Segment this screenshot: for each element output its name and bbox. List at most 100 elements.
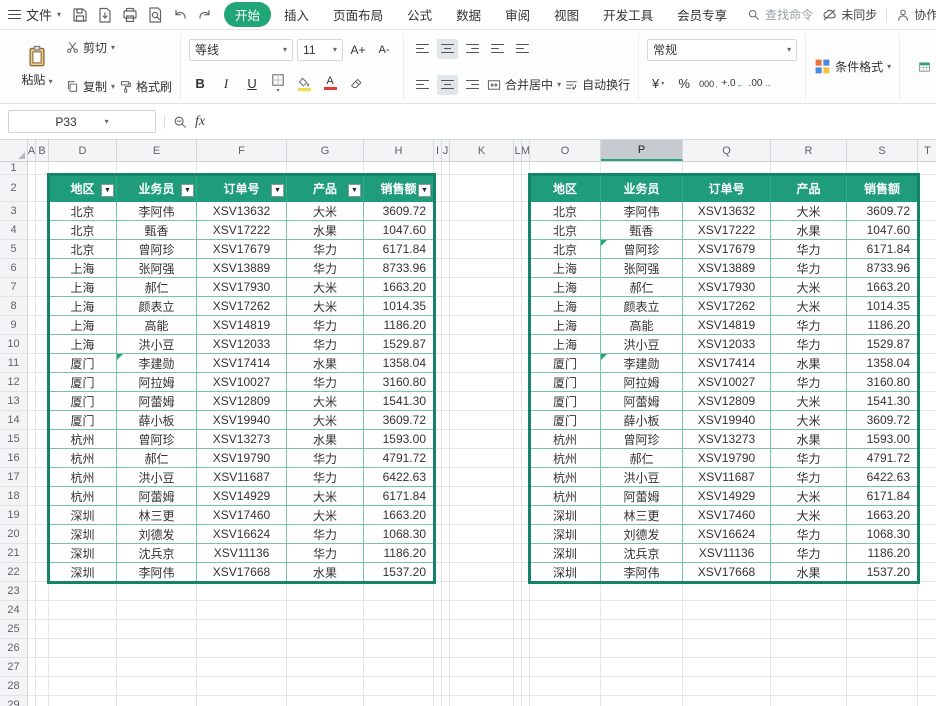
row-header-16[interactable]: 16: [0, 449, 28, 468]
cell-T6[interactable]: [918, 259, 936, 278]
cell-G13[interactable]: 大米: [287, 392, 364, 411]
cell-A13[interactable]: [28, 392, 36, 411]
cell-J21[interactable]: [442, 544, 450, 563]
cell-G1[interactable]: [287, 162, 364, 175]
cell-J5[interactable]: [442, 240, 450, 259]
cell-G5[interactable]: 华力: [287, 240, 364, 259]
file-menu[interactable]: 文件 ▾: [8, 5, 61, 24]
cell-P6[interactable]: 张阿强: [601, 259, 683, 278]
cell-L14[interactable]: [514, 411, 522, 430]
cell-R15[interactable]: 水果: [771, 430, 847, 449]
column-header-H[interactable]: H: [364, 140, 434, 161]
cell-E3[interactable]: 李阿伟: [117, 202, 197, 221]
cell-T13[interactable]: [918, 392, 936, 411]
cell-E12[interactable]: 阿拉姆: [117, 373, 197, 392]
cell-S11[interactable]: 1358.04: [847, 354, 918, 373]
cell-D19[interactable]: 深圳: [49, 506, 117, 525]
column-header-E[interactable]: E: [117, 140, 197, 161]
cell-F14[interactable]: XSV19940: [197, 411, 287, 430]
cell-R12[interactable]: 华力: [771, 373, 847, 392]
cell-Q21[interactable]: XSV11136: [683, 544, 771, 563]
cell-O2[interactable]: 地区: [530, 175, 601, 202]
cell-H27[interactable]: [364, 658, 434, 677]
cell-H20[interactable]: 1068.30: [364, 525, 434, 544]
cell-Q12[interactable]: XSV10027: [683, 373, 771, 392]
cell-K11[interactable]: [450, 354, 514, 373]
cell-M29[interactable]: [522, 696, 530, 706]
cell-L12[interactable]: [514, 373, 522, 392]
wrap-text-button[interactable]: 自动换行: [565, 76, 630, 93]
cell-A8[interactable]: [28, 297, 36, 316]
cell-E22[interactable]: 李阿伟: [117, 563, 197, 582]
cell-M13[interactable]: [522, 392, 530, 411]
cell-E2[interactable]: 业务员 ▼: [117, 175, 197, 202]
cell-Q27[interactable]: [683, 658, 771, 677]
column-header-B[interactable]: B: [36, 140, 49, 161]
cell-H6[interactable]: 8733.96: [364, 259, 434, 278]
cell-T1[interactable]: [918, 162, 936, 175]
cell-Q3[interactable]: XSV13632: [683, 202, 771, 221]
cell-J3[interactable]: [442, 202, 450, 221]
column-header-Q[interactable]: Q: [683, 140, 771, 161]
cell-J28[interactable]: [442, 677, 450, 696]
cell-M9[interactable]: [522, 316, 530, 335]
cell-P4[interactable]: 甄香: [601, 221, 683, 240]
cell-R4[interactable]: 水果: [771, 221, 847, 240]
cell-B22[interactable]: [36, 563, 49, 582]
cell-A2[interactable]: [28, 175, 36, 202]
cell-F27[interactable]: [197, 658, 287, 677]
cell-D28[interactable]: [49, 677, 117, 696]
cell-A23[interactable]: [28, 582, 36, 601]
cell-E8[interactable]: 颜表立: [117, 297, 197, 316]
row-header-17[interactable]: 17: [0, 468, 28, 487]
cell-J12[interactable]: [442, 373, 450, 392]
cell-S7[interactable]: 1663.20: [847, 278, 918, 297]
cell-K10[interactable]: [450, 335, 514, 354]
cell-D16[interactable]: 杭州: [49, 449, 117, 468]
format-painter-button[interactable]: 格式刷: [119, 78, 172, 95]
cell-I4[interactable]: [434, 221, 442, 240]
cell-S17[interactable]: 6422.63: [847, 468, 918, 487]
cell-M14[interactable]: [522, 411, 530, 430]
cell-L20[interactable]: [514, 525, 522, 544]
cell-S25[interactable]: [847, 620, 918, 639]
cell-H22[interactable]: 1537.20: [364, 563, 434, 582]
percent-button[interactable]: %: [673, 73, 695, 95]
row-header-11[interactable]: 11: [0, 354, 28, 373]
cell-S15[interactable]: 1593.00: [847, 430, 918, 449]
row-header-6[interactable]: 6: [0, 259, 28, 278]
cell-K16[interactable]: [450, 449, 514, 468]
cell-Q23[interactable]: [683, 582, 771, 601]
column-header-D[interactable]: D: [49, 140, 117, 161]
cell-F22[interactable]: XSV17668: [197, 563, 287, 582]
cell-T5[interactable]: [918, 240, 936, 259]
cell-K7[interactable]: [450, 278, 514, 297]
clear-format-button[interactable]: [345, 73, 367, 95]
redo-icon[interactable]: [197, 7, 213, 23]
cell-K9[interactable]: [450, 316, 514, 335]
cell-G11[interactable]: 水果: [287, 354, 364, 373]
cell-G18[interactable]: 大米: [287, 487, 364, 506]
font-size-combo[interactable]: 11 ▾: [297, 38, 344, 61]
cell-Q7[interactable]: XSV17930: [683, 278, 771, 297]
cell-G28[interactable]: [287, 677, 364, 696]
cell-L7[interactable]: [514, 278, 522, 297]
cell-J1[interactable]: [442, 162, 450, 175]
align-middle-button[interactable]: [437, 38, 459, 59]
row-header-2[interactable]: 2: [0, 175, 28, 202]
cell-E19[interactable]: 林三更: [117, 506, 197, 525]
cell-L23[interactable]: [514, 582, 522, 601]
cell-J22[interactable]: [442, 563, 450, 582]
column-header-S[interactable]: S: [847, 140, 918, 161]
cell-M4[interactable]: [522, 221, 530, 240]
cell-G15[interactable]: 水果: [287, 430, 364, 449]
cell-K18[interactable]: [450, 487, 514, 506]
tab-视图[interactable]: 视图: [543, 2, 590, 27]
cell-P11[interactable]: 李建勋: [601, 354, 683, 373]
cell-A3[interactable]: [28, 202, 36, 221]
collab-button[interactable]: 协作: [896, 6, 936, 23]
align-bottom-button[interactable]: [462, 39, 483, 59]
paste-button[interactable]: 粘贴 ▾: [14, 45, 60, 88]
cell-T27[interactable]: [918, 658, 936, 677]
cell-M11[interactable]: [522, 354, 530, 373]
